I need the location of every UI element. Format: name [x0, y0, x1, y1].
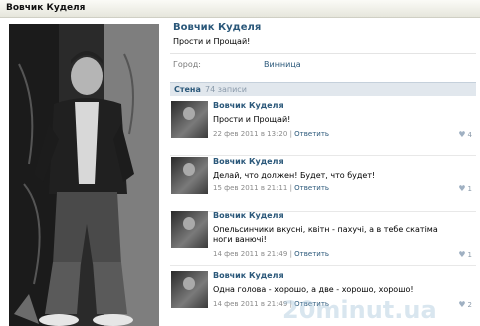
post-text: Одна голова - хорошо, а две - хорошо, хо…	[213, 285, 414, 294]
wall-post: Вовчик Куделя Делай, что должен! Будет, …	[170, 154, 476, 212]
avatar[interactable]	[171, 101, 208, 138]
like-button[interactable]: ♥ 4	[458, 130, 472, 139]
wall-title[interactable]: Стена	[174, 85, 201, 94]
avatar[interactable]	[171, 157, 208, 194]
city-label: Город:	[173, 60, 201, 69]
wall-header[interactable]: Стена 74 записи	[170, 82, 476, 96]
post-text: Делай, что должен! Будет, что будет!	[213, 171, 376, 180]
meta-separator: |	[289, 130, 292, 138]
like-count: 1	[467, 251, 472, 259]
wall-post: Вовчик Куделя Прости и Прощай! 22 фев 20…	[170, 98, 476, 156]
post-meta: 22 фев 2011 в 13:20 | Ответить	[213, 130, 329, 138]
like-button[interactable]: ♥ 1	[458, 250, 472, 259]
like-count: 4	[467, 131, 472, 139]
reply-link[interactable]: Ответить	[294, 184, 329, 192]
profile-photo-image	[9, 24, 159, 326]
post-meta: 14 фев 2011 в 21:49 | Ответить	[213, 250, 329, 258]
divider	[170, 53, 476, 54]
heart-icon: ♥	[458, 130, 466, 139]
heart-icon: ♥	[458, 300, 466, 309]
profile-name[interactable]: Вовчик Куделя	[173, 22, 261, 33]
profile-status: Прости и Прощай!	[173, 37, 251, 46]
post-author[interactable]: Вовчик Куделя	[213, 157, 284, 166]
like-button[interactable]: ♥ 1	[458, 184, 472, 193]
avatar[interactable]	[171, 211, 208, 248]
like-count: 2	[467, 301, 472, 309]
meta-separator: |	[289, 250, 292, 258]
like-button[interactable]: ♥ 2	[458, 300, 472, 309]
post-author[interactable]: Вовчик Куделя	[213, 101, 284, 110]
post-date[interactable]: 15 фев 2011 в 21:11	[213, 184, 287, 192]
wall-count: 74 записи	[205, 85, 247, 94]
avatar[interactable]	[171, 271, 208, 308]
heart-icon: ♥	[458, 250, 466, 259]
post-date[interactable]: 22 фев 2011 в 13:20	[213, 130, 287, 138]
meta-separator: |	[289, 184, 292, 192]
post-author[interactable]: Вовчик Куделя	[213, 271, 284, 280]
watermark: 20minut.ua	[282, 296, 437, 324]
reply-link[interactable]: Ответить	[294, 130, 329, 138]
wall-post: Вовчик Куделя Опельсинчики вкусні, квітн…	[170, 208, 476, 266]
city-link[interactable]: Винница	[264, 60, 301, 69]
post-text: Прости и Прощай!	[213, 115, 291, 124]
post-text: Опельсинчики вкусні, квітн - пахучі, а в…	[213, 225, 438, 244]
post-author[interactable]: Вовчик Куделя	[213, 211, 284, 220]
post-date[interactable]: 14 фев 2011 в 21:49	[213, 300, 287, 308]
like-count: 1	[467, 185, 472, 193]
post-date[interactable]: 14 фев 2011 в 21:49	[213, 250, 287, 258]
page-title: Вовчик Куделя	[6, 3, 86, 13]
profile-photo[interactable]	[9, 24, 159, 326]
reply-link[interactable]: Ответить	[294, 250, 329, 258]
heart-icon: ♥	[458, 184, 466, 193]
page-header: Вовчик Куделя	[0, 0, 480, 18]
post-meta: 15 фев 2011 в 21:11 | Ответить	[213, 184, 329, 192]
